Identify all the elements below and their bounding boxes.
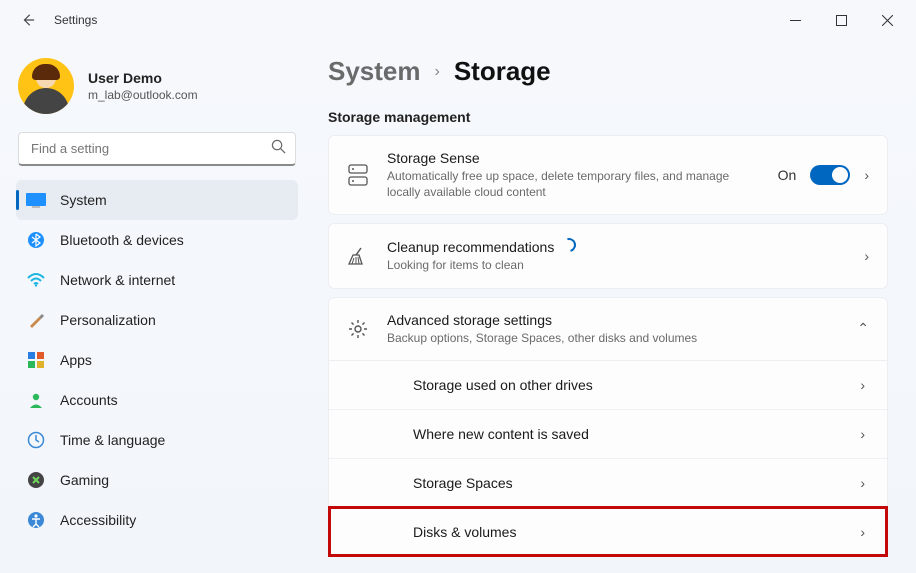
chevron-right-icon: › xyxy=(860,377,865,393)
card-subtitle: Looking for items to clean xyxy=(387,257,846,273)
close-icon xyxy=(882,15,893,26)
nav-item-system[interactable]: System xyxy=(16,180,298,220)
app-title: Settings xyxy=(54,13,97,27)
chevron-right-icon: › xyxy=(435,63,440,81)
sub-item-disks-volumes[interactable]: Disks & volumes › xyxy=(329,507,887,556)
nav-label: Accounts xyxy=(60,392,118,408)
content: User Demo m_lab@outlook.com System Bluet… xyxy=(0,40,916,573)
card-cleanup-recommendations[interactable]: Cleanup recommendations Looking for item… xyxy=(328,223,888,288)
toggle-state-label: On xyxy=(778,167,797,183)
sub-item-storage-other-drives[interactable]: Storage used on other drives › xyxy=(329,361,887,409)
nav-item-gaming[interactable]: Gaming xyxy=(16,460,298,500)
clock-globe-icon xyxy=(26,430,46,450)
nav-item-accessibility[interactable]: Accessibility xyxy=(16,500,298,540)
search-icon xyxy=(271,139,286,159)
user-name: User Demo xyxy=(88,70,198,86)
advanced-sub-list: Storage used on other drives › Where new… xyxy=(328,361,888,557)
display-icon xyxy=(26,190,46,210)
wifi-icon xyxy=(26,270,46,290)
nav-label: Apps xyxy=(60,352,92,368)
arrow-left-icon xyxy=(21,13,35,27)
minimize-icon xyxy=(790,15,801,26)
title-bar: Settings xyxy=(0,0,916,40)
search-input[interactable] xyxy=(18,132,296,166)
chevron-right-icon: › xyxy=(864,248,869,264)
sub-item-storage-spaces[interactable]: Storage Spaces › xyxy=(329,458,887,507)
back-button[interactable] xyxy=(14,6,42,34)
nav-label: Time & language xyxy=(60,432,165,448)
bluetooth-icon xyxy=(26,230,46,250)
gaming-icon xyxy=(26,470,46,490)
nav-item-bluetooth[interactable]: Bluetooth & devices xyxy=(16,220,298,260)
sidebar: User Demo m_lab@outlook.com System Bluet… xyxy=(0,40,310,573)
minimize-button[interactable] xyxy=(772,4,818,36)
card-title: Cleanup recommendations xyxy=(387,238,846,255)
profile-block[interactable]: User Demo m_lab@outlook.com xyxy=(16,50,298,132)
user-email: m_lab@outlook.com xyxy=(88,88,198,102)
breadcrumb-parent[interactable]: System xyxy=(328,56,421,87)
chevron-right-icon: › xyxy=(864,167,869,183)
card-subtitle: Backup options, Storage Spaces, other di… xyxy=(387,330,839,346)
nav-list: System Bluetooth & devices Network & int… xyxy=(16,180,298,540)
storage-sense-toggle[interactable] xyxy=(810,165,850,185)
main-panel: System › Storage Storage management Stor… xyxy=(310,40,916,573)
close-button[interactable] xyxy=(864,4,910,36)
sub-item-where-new-content[interactable]: Where new content is saved › xyxy=(329,409,887,458)
sub-item-label: Storage Spaces xyxy=(413,475,513,491)
nav-item-time-language[interactable]: Time & language xyxy=(16,420,298,460)
nav-item-accounts[interactable]: Accounts xyxy=(16,380,298,420)
brush-icon xyxy=(26,310,46,330)
breadcrumb-current: Storage xyxy=(454,56,551,87)
sub-item-label: Where new content is saved xyxy=(413,426,589,442)
nav-item-personalization[interactable]: Personalization xyxy=(16,300,298,340)
nav-label: Personalization xyxy=(60,312,156,328)
nav-label: Network & internet xyxy=(60,272,175,288)
card-subtitle: Automatically free up space, delete temp… xyxy=(387,168,760,200)
avatar xyxy=(18,58,74,114)
chevron-right-icon: › xyxy=(860,475,865,491)
sub-item-label: Storage used on other drives xyxy=(413,377,593,393)
chevron-up-icon: ⌃ xyxy=(857,320,869,337)
search-field xyxy=(18,132,296,166)
card-advanced-storage[interactable]: Advanced storage settings Backup options… xyxy=(328,297,888,361)
nav-label: System xyxy=(60,192,107,208)
chevron-right-icon: › xyxy=(860,426,865,442)
section-title: Storage management xyxy=(328,109,888,125)
nav-item-apps[interactable]: Apps xyxy=(16,340,298,380)
storage-sense-icon xyxy=(347,164,369,186)
card-storage-sense[interactable]: Storage Sense Automatically free up spac… xyxy=(328,135,888,215)
sub-item-label: Disks & volumes xyxy=(413,524,516,540)
nav-label: Accessibility xyxy=(60,512,136,528)
maximize-button[interactable] xyxy=(818,4,864,36)
nav-item-network[interactable]: Network & internet xyxy=(16,260,298,300)
spinner-icon xyxy=(560,236,579,255)
accessibility-icon xyxy=(26,510,46,530)
breadcrumb: System › Storage xyxy=(328,56,888,87)
nav-label: Gaming xyxy=(60,472,109,488)
apps-icon xyxy=(26,350,46,370)
card-title: Storage Sense xyxy=(387,150,760,166)
broom-icon xyxy=(347,245,369,267)
nav-label: Bluetooth & devices xyxy=(60,232,184,248)
person-icon xyxy=(26,390,46,410)
gear-icon xyxy=(347,318,369,340)
maximize-icon xyxy=(836,15,847,26)
chevron-right-icon: › xyxy=(860,524,865,540)
card-title: Advanced storage settings xyxy=(387,312,839,328)
